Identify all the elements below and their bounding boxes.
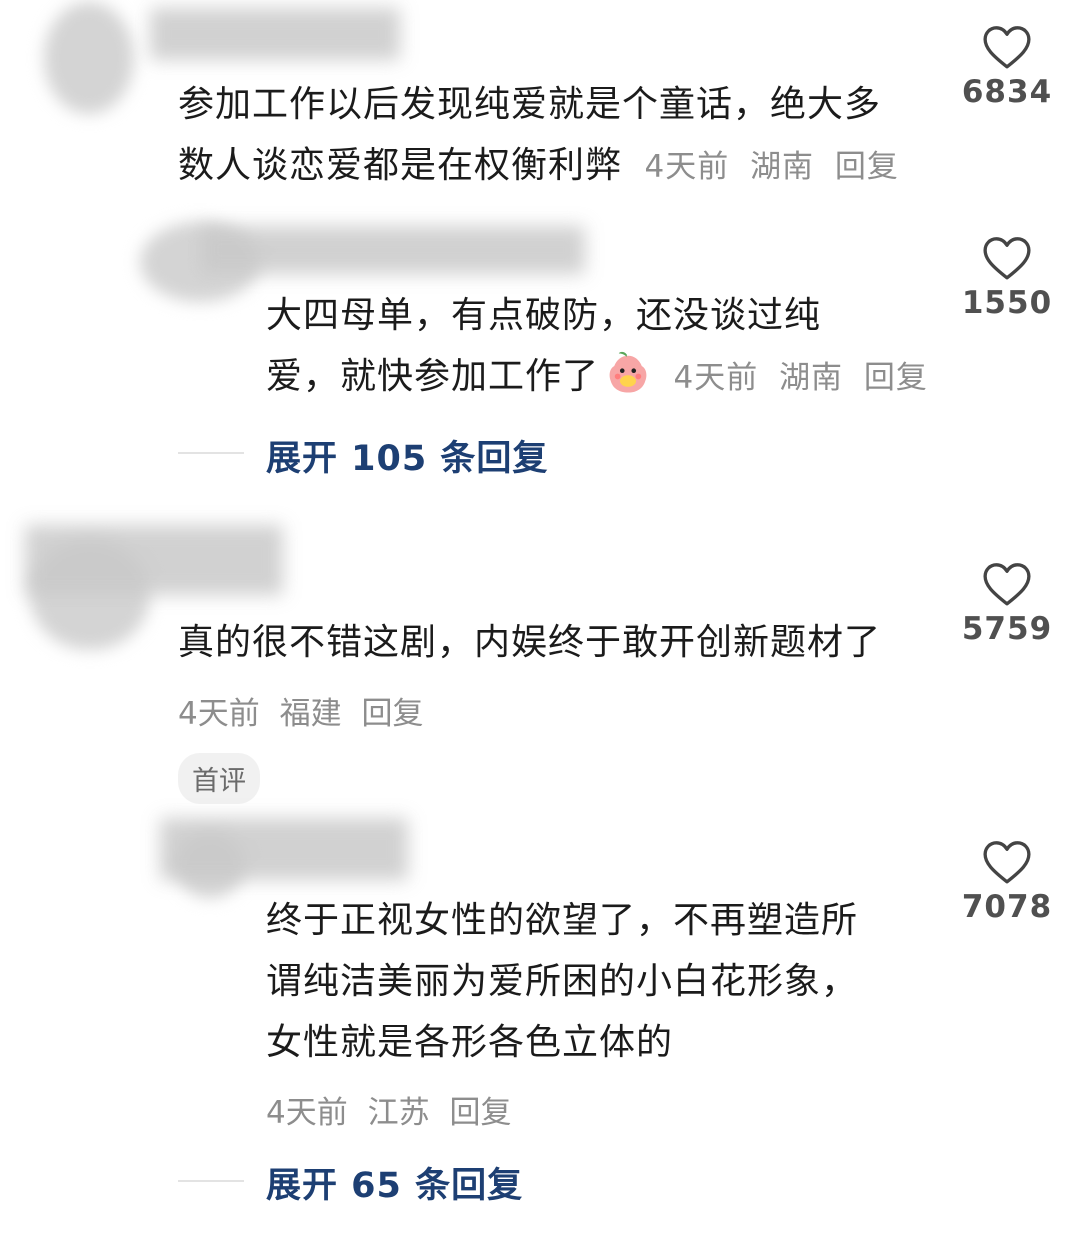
like-button[interactable]: 7078	[957, 839, 1057, 925]
like-count: 6834	[961, 74, 1053, 110]
expand-divider	[178, 452, 244, 454]
avatar[interactable]	[44, 2, 134, 114]
comment-meta: 4天前 福建 回复	[178, 688, 423, 733]
heart-outline-icon	[983, 237, 1031, 280]
location: 湖南	[779, 360, 844, 396]
username-redacted[interactable]	[25, 525, 283, 595]
like-button[interactable]: 6834	[957, 24, 1057, 110]
comment-text: 真的很不错这剧，内娱终于敢开创新题材了	[178, 622, 882, 663]
like-count: 7078	[961, 889, 1053, 925]
comment-text: 终于正视女性的欲望了，不再塑造所 谓纯洁美丽为爱所困的小白花形象， 女性就是各形…	[266, 900, 859, 1063]
like-count: 1550	[961, 285, 1053, 321]
heart-outline-icon	[983, 563, 1031, 606]
username-redacted[interactable]	[200, 226, 585, 274]
username-redacted[interactable]	[150, 8, 400, 60]
peach-face-emoji	[609, 351, 647, 393]
comment-meta: 4天前 江苏 回复	[266, 1087, 511, 1132]
timestamp: 4天前	[644, 149, 730, 185]
comment-meta: 4天前 湖南 回复	[673, 360, 927, 396]
expand-replies-button[interactable]: 展开 65 条回复	[266, 1157, 523, 1208]
first-comment-badge: 首评	[178, 753, 260, 804]
expand-divider	[178, 1180, 244, 1182]
location: 湖南	[750, 149, 815, 185]
reply-button[interactable]: 回复	[864, 360, 928, 396]
comment-meta: 4天前 湖南 回复	[644, 149, 898, 185]
timestamp: 4天前	[178, 696, 260, 732]
username-redacted[interactable]	[160, 818, 408, 880]
like-count: 5759	[961, 611, 1053, 647]
heart-outline-icon	[983, 26, 1031, 69]
like-button[interactable]: 5759	[957, 561, 1057, 647]
timestamp: 4天前	[266, 1095, 348, 1131]
like-button[interactable]: 1550	[957, 235, 1057, 321]
expand-replies-button[interactable]: 展开 105 条回复	[266, 430, 548, 481]
timestamp: 4天前	[673, 360, 759, 396]
location: 福建	[279, 696, 342, 732]
location: 江苏	[367, 1095, 430, 1131]
comment-text: 参加工作以后发现纯爱就是个童话，绝大多 数人谈恋爱都是在权衡利弊 4天前 湖南 …	[178, 84, 899, 186]
heart-outline-icon	[983, 841, 1031, 884]
comment-text: 大四母单，有点破防，还没谈过纯 爱，就快参加工作了 4天前 湖南 回复	[266, 295, 928, 397]
reply-button[interactable]: 回复	[835, 149, 899, 185]
reply-button[interactable]: 回复	[361, 696, 423, 732]
reply-button[interactable]: 回复	[449, 1095, 511, 1131]
